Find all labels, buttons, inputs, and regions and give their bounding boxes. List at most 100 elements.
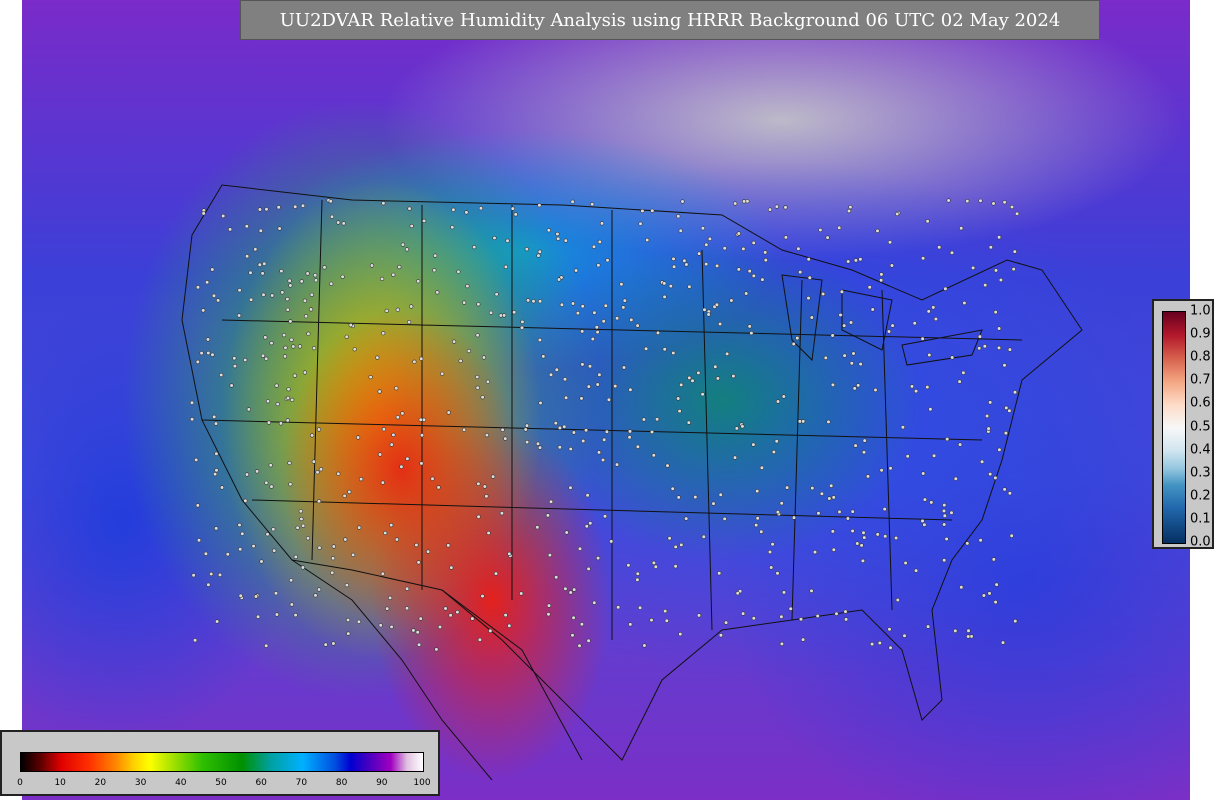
station-marker	[257, 262, 262, 267]
station-marker	[925, 385, 930, 390]
station-marker	[437, 624, 443, 630]
station-marker	[432, 268, 437, 273]
station-marker	[555, 231, 560, 237]
station-marker	[391, 432, 396, 438]
station-marker	[304, 314, 309, 319]
station-marker	[443, 606, 448, 611]
station-marker	[704, 242, 709, 247]
station-marker	[214, 468, 219, 473]
station-marker	[351, 552, 356, 558]
station-marker	[440, 371, 445, 376]
station-marker	[877, 640, 882, 646]
station-marker	[861, 530, 866, 535]
station-marker	[982, 344, 987, 349]
station-marker	[676, 495, 681, 500]
station-marker	[846, 208, 852, 214]
station-marker	[740, 611, 746, 616]
station-marker	[292, 373, 297, 378]
station-marker	[984, 413, 990, 419]
station-marker	[945, 437, 950, 442]
station-marker	[715, 376, 721, 381]
station-marker	[356, 619, 362, 624]
station-marker	[987, 591, 992, 596]
station-marker	[724, 351, 730, 357]
station-marker	[818, 227, 823, 233]
station-marker	[568, 590, 573, 595]
humidity-tick-label: 30	[134, 778, 147, 788]
station-marker	[682, 258, 687, 263]
station-marker	[215, 619, 220, 624]
station-marker	[466, 348, 472, 354]
station-marker	[430, 476, 435, 481]
station-marker	[627, 429, 633, 434]
station-marker	[418, 616, 423, 621]
station-marker	[322, 265, 327, 270]
station-marker	[499, 511, 505, 516]
station-marker	[774, 204, 779, 209]
station-marker	[879, 272, 884, 277]
station-marker	[309, 292, 314, 297]
station-marker	[996, 326, 1002, 331]
station-marker	[554, 575, 559, 580]
station-marker	[232, 356, 237, 361]
station-marker	[1007, 408, 1012, 413]
station-marker	[1012, 249, 1017, 254]
station-marker	[690, 378, 695, 383]
station-marker	[747, 269, 752, 274]
humidity-tick-label: 40	[175, 778, 187, 788]
station-marker	[472, 245, 477, 250]
station-marker	[729, 298, 734, 303]
station-marker	[225, 552, 230, 557]
station-marker	[806, 257, 811, 262]
station-marker	[798, 617, 804, 622]
station-marker	[248, 270, 253, 275]
station-marker	[400, 411, 405, 416]
station-marker	[605, 258, 610, 263]
station-marker	[287, 460, 292, 466]
station-marker	[394, 537, 400, 542]
station-marker	[465, 284, 470, 289]
map-boundaries	[181, 184, 1083, 781]
station-marker	[380, 571, 385, 576]
station-marker	[1009, 533, 1014, 538]
station-marker	[760, 277, 765, 282]
station-marker	[288, 482, 293, 487]
station-marker	[563, 586, 568, 591]
station-marker	[621, 305, 626, 310]
station-marker	[592, 310, 597, 315]
station-marker	[895, 597, 900, 603]
station-marker	[312, 346, 317, 351]
station-marker	[389, 522, 394, 528]
station-marker	[258, 228, 263, 233]
station-marker	[1002, 487, 1007, 492]
station-marker	[554, 367, 559, 372]
station-marker	[559, 302, 565, 307]
station-marker	[826, 419, 831, 425]
station-marker	[843, 617, 849, 622]
station-marker	[713, 364, 718, 369]
station-marker	[664, 618, 669, 623]
station-marker	[285, 395, 291, 401]
station-marker	[602, 514, 608, 519]
station-marker	[201, 211, 206, 216]
station-marker	[977, 334, 983, 339]
station-marker	[1009, 204, 1015, 210]
station-marker	[286, 387, 291, 392]
station-marker	[941, 508, 947, 514]
station-marker	[1011, 267, 1016, 272]
station-marker	[628, 387, 633, 392]
station-marker	[781, 590, 787, 595]
station-marker	[571, 430, 577, 435]
station-marker	[507, 551, 512, 557]
station-marker	[209, 571, 214, 577]
station-marker	[806, 296, 811, 301]
station-marker	[609, 539, 614, 544]
station-marker	[643, 346, 649, 351]
station-marker	[852, 386, 857, 391]
humidity-tick-label: 50	[215, 778, 227, 788]
station-marker	[381, 427, 387, 432]
station-marker	[212, 414, 217, 420]
station-marker	[627, 435, 632, 440]
station-tick-label: 0.8	[1190, 349, 1211, 365]
station-marker	[642, 643, 647, 648]
